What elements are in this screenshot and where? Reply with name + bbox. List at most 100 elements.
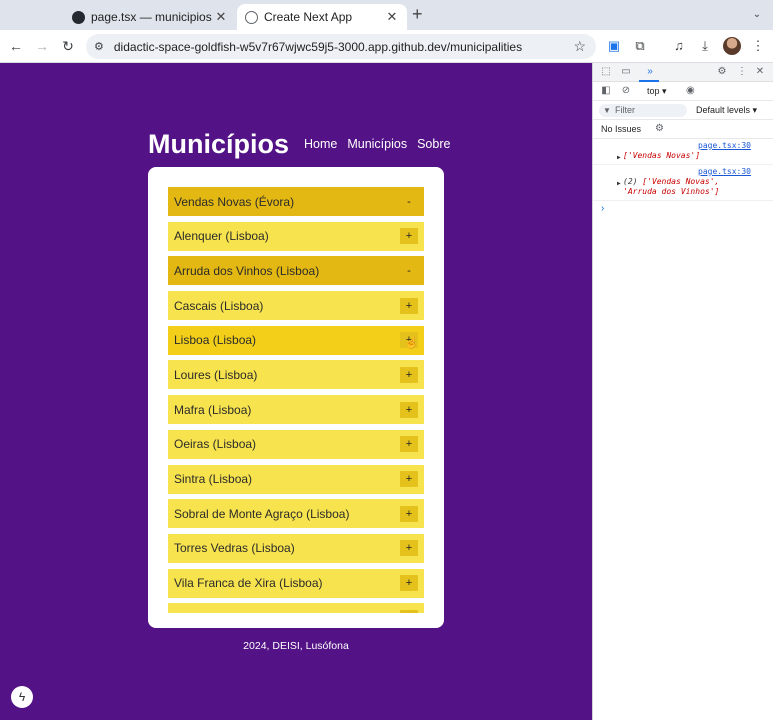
tab-title: Create Next App	[264, 10, 353, 24]
new-tab-button[interactable]: +	[412, 4, 423, 25]
url-text[interactable]: didactic-space-goldfish-w5v7r67wjwc59j5-…	[114, 40, 574, 54]
forward-arrow-icon[interactable]: →	[32, 36, 52, 56]
municipality-item[interactable]: Sobral de Monte Agraço (Lisboa) +	[168, 499, 424, 529]
bookmark-star-icon[interactable]: ☆	[573, 38, 586, 55]
municipality-item[interactable]: Cascais (Lisboa) +	[168, 291, 424, 321]
back-arrow-icon[interactable]: ←	[6, 36, 26, 56]
footer: 2024, DEISI, Lusófona	[243, 640, 349, 652]
github-icon	[72, 10, 85, 24]
globe-icon	[245, 10, 258, 24]
log-levels-select[interactable]: Default levels ▾	[696, 105, 757, 116]
municipality-item[interactable]: Lisboa (Lisboa) +	[168, 325, 424, 355]
cast-icon[interactable]: ▣	[606, 38, 622, 54]
gear-icon[interactable]: ⚙	[655, 123, 664, 134]
municipality-label: Oeiras (Lisboa)	[174, 437, 257, 452]
inspect-element-icon[interactable]: ⬚	[599, 65, 613, 79]
sidebar-toggle-icon[interactable]: ◧	[599, 84, 613, 98]
address-bar[interactable]: ⚙ didactic-space-goldfish-w5v7r67wjwc59j…	[86, 34, 596, 59]
expand-toggle-button[interactable]: +	[400, 228, 418, 245]
reload-icon[interactable]: ↻	[58, 36, 78, 56]
expand-toggle-button[interactable]: +	[400, 505, 418, 522]
collapse-toggle-button[interactable]: -	[400, 194, 418, 210]
site-nav: Home Municípios Sobre	[304, 137, 450, 151]
console-toolbar: ◧ ⊘ top ▾ ◉	[593, 82, 773, 101]
site-info-icon[interactable]: ⚙	[94, 40, 104, 53]
tab-title: page.tsx — municipios [Code	[91, 10, 212, 24]
tab-strip: page.tsx — municipios [Code ✕ Create Nex…	[0, 0, 773, 30]
expand-toggle-button[interactable]: +	[400, 609, 418, 613]
municipality-item[interactable]: Arruda dos Vinhos (Lisboa) -	[168, 256, 424, 286]
municipality-card: Vendas Novas (Évora) - Alenquer (Lisboa) + A…	[148, 167, 444, 628]
municipality-item[interactable]: Vila Franca de Xira (Lisboa) +	[168, 568, 424, 598]
filter-placeholder: Filter	[615, 105, 635, 115]
municipality-item[interactable]: Sintra (Lisboa) +	[168, 464, 424, 494]
expand-toggle-button[interactable]: +	[400, 575, 418, 592]
avatar[interactable]	[723, 37, 741, 55]
close-icon[interactable]: ✕	[753, 65, 767, 79]
mouse-cursor-icon: ☝	[404, 335, 419, 349]
devtools-tabbar: ⬚ ▭ » ⚙ ⋮ ✕	[593, 63, 773, 82]
municipality-item[interactable]: Mafra (Lisboa) +	[168, 395, 424, 425]
municipality-item[interactable]: Torres Vedras (Lisboa) +	[168, 533, 424, 563]
municipality-item[interactable]: Loures (Lisboa) +	[168, 360, 424, 390]
page-title: Municípios	[148, 129, 289, 159]
expand-toggle-button[interactable]: +	[400, 471, 418, 487]
download-icon[interactable]: ⤓	[697, 38, 713, 54]
nextjs-dev-badge-icon[interactable]: ϟ	[11, 686, 33, 708]
filter-input[interactable]: ▼ Filter	[599, 104, 687, 117]
expand-triangle-icon[interactable]: ▶	[617, 153, 621, 163]
console-log-entry[interactable]: page.tsx:30 ▶ (2) ['Vendas Novas', 'Arru…	[593, 165, 773, 201]
eye-icon[interactable]: ◉	[686, 85, 695, 96]
device-toolbar-icon[interactable]: ▭	[619, 65, 633, 79]
context-select[interactable]: top ▾	[647, 86, 667, 97]
tab-github[interactable]: page.tsx — municipios [Code ✕	[60, 4, 236, 30]
municipality-item[interactable]: +	[168, 603, 424, 613]
municipality-label: Lisboa (Lisboa)	[174, 333, 257, 348]
expand-toggle-button[interactable]: +	[400, 366, 418, 383]
expand-toggle-button[interactable]: +	[400, 540, 418, 557]
municipality-label: Torres Vedras (Lisboa)	[174, 541, 295, 556]
municipality-item[interactable]: Vendas Novas (Évora) -	[168, 187, 424, 216]
devtools-panel: ⬚ ▭ » ⚙ ⋮ ✕ ◧ ⊘ top ▾ ◉ ▼ Filter Default…	[592, 63, 773, 720]
municipality-label: Sintra (Lisboa)	[174, 472, 253, 486]
municipality-label: Loures (Lisboa)	[174, 367, 258, 382]
municipality-label: Arruda dos Vinhos (Lisboa)	[174, 263, 320, 278]
toolbar: ← → ↻ ⚙ didactic-space-goldfish-w5v7r67w…	[0, 30, 773, 63]
municipality-label: Mafra (Lisboa)	[174, 402, 252, 417]
close-icon[interactable]: ✕	[383, 9, 401, 25]
expand-toggle-button[interactable]: +	[400, 436, 418, 453]
expand-triangle-icon[interactable]: ▶	[617, 179, 621, 189]
expand-toggle-button[interactable]: +	[400, 297, 418, 314]
more-panels-icon[interactable]: »	[643, 65, 657, 79]
tab-active[interactable]: Create Next App ✕	[237, 4, 407, 30]
filter-icon: ▼	[603, 106, 611, 115]
filter-bar: ▼ Filter Default levels ▾	[593, 101, 773, 120]
collapse-toggle-button[interactable]: -	[400, 263, 418, 279]
expand-toggle-button[interactable]: +	[400, 401, 418, 418]
log-source-link[interactable]: page.tsx:30	[698, 141, 751, 150]
issues-label: No Issues	[601, 124, 642, 134]
municipality-item[interactable]: Alenquer (Lisboa) +	[168, 221, 424, 251]
chevron-down-icon[interactable]: ⌄	[748, 6, 766, 24]
gear-icon[interactable]: ⚙	[715, 65, 729, 79]
close-icon[interactable]: ✕	[212, 9, 230, 25]
nav-link-home[interactable]: Home	[304, 137, 337, 151]
console-log-entry[interactable]: page.tsx:30 ▶ ['Vendas Novas']	[593, 139, 773, 165]
log-source-link[interactable]: page.tsx:30	[698, 167, 751, 176]
page-viewport: Municípios Home Municípios Sobre Vendas …	[0, 63, 592, 720]
more-vertical-icon[interactable]: ⋮	[750, 38, 766, 54]
nav-link-sobre[interactable]: Sobre	[417, 137, 450, 151]
municipality-item[interactable]: Oeiras (Lisboa) +	[168, 429, 424, 459]
console-prompt[interactable]: ›	[593, 201, 773, 217]
municipality-label: Vendas Novas (Évora)	[174, 194, 295, 209]
more-vertical-icon[interactable]: ⋮	[735, 65, 749, 79]
municipality-label: Alenquer (Lisboa)	[174, 229, 269, 244]
municipality-list[interactable]: Vendas Novas (Évora) - Alenquer (Lisboa) + A…	[168, 187, 424, 613]
media-control-icon[interactable]: ♫	[671, 38, 687, 54]
municipality-label: Cascais (Lisboa)	[174, 298, 264, 313]
municipality-label: Sobral de Monte Agraço (Lisboa)	[174, 506, 350, 521]
municipality-label: Vila Franca de Xira (Lisboa)	[174, 576, 323, 591]
extensions-icon[interactable]: ⧉	[632, 38, 648, 54]
nav-link-municipios[interactable]: Municípios	[347, 137, 407, 151]
clear-console-icon[interactable]: ⊘	[619, 84, 633, 98]
